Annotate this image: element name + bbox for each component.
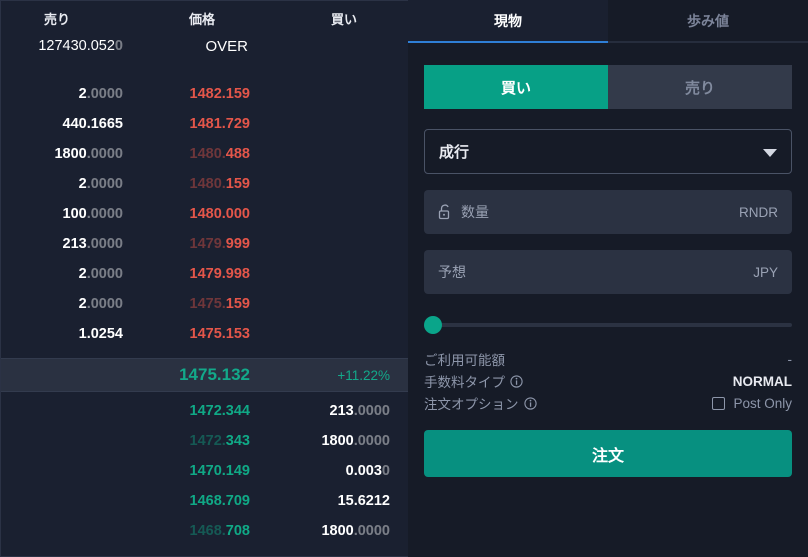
chevron-down-icon [763, 149, 777, 157]
ask-price: 1480.159 [189, 176, 251, 192]
order-book-bid-row[interactable]: 1468.708 1800.0000 [1, 518, 408, 548]
bid-price: 1470.149 [189, 463, 250, 479]
trading-screen: 売り 価格 買い 127430.0520 OVER 2.0000 1482.159 44… [0, 0, 808, 557]
ask-quantity: 1.0254 [78, 326, 123, 342]
info-circle-icon[interactable] [523, 396, 537, 410]
order-entry-panel: 現物 歩み値 買い 売り 成行 数量 RNDR 予想 JPY ご利用可能額 - … [408, 0, 808, 557]
submit-order-button[interactable]: 注文 [424, 430, 792, 477]
available-balance-row: ご利用可能額 - [424, 348, 792, 370]
amount-slider[interactable] [424, 316, 792, 334]
bid-quantity: 1800.0000 [321, 433, 390, 449]
estimate-field[interactable]: 予想 JPY [424, 250, 792, 294]
price-change-percent: +11.22% [337, 368, 390, 383]
order-option-row: 注文オプション Post Only [424, 392, 792, 414]
last-price: 1475.132 [179, 365, 250, 384]
last-price-row: 1475.132 +11.22% [1, 358, 408, 392]
bid-price: 1472.343 [189, 433, 251, 449]
bid-price: 1472.344 [189, 403, 250, 419]
ask-price: 1480.000 [189, 206, 250, 222]
order-book-ask-row[interactable]: 1.0254 1475.153 [1, 321, 408, 351]
bid-quantity: 1800.0000 [321, 523, 390, 539]
ask-price: 1475.153 [189, 326, 250, 342]
ask-price: 1479.998 [189, 266, 250, 282]
quantity-unit: RNDR [739, 204, 778, 220]
order-book-panel: 売り 価格 買い 127430.0520 OVER 2.0000 1482.159 44… [0, 0, 408, 557]
available-balance-value: - [787, 351, 793, 367]
bid-price: 1468.708 [189, 523, 251, 539]
buy-tab-button[interactable]: 買い [424, 65, 608, 109]
quantity-placeholder: 数量 [461, 204, 489, 220]
order-option-label-text: 注文オプション [424, 397, 519, 412]
bid-quantity: 213.0000 [329, 403, 391, 419]
panel-body: 買い 売り 成行 数量 RNDR 予想 JPY ご利用可能額 - 手数料タイプ … [408, 65, 808, 477]
fee-type-label-text: 手数料タイプ [424, 375, 505, 390]
order-book-ask-row[interactable]: 440.1665 1481.729 [1, 111, 408, 141]
order-book-over-row[interactable]: 127430.0520 OVER [1, 33, 408, 63]
fee-type-row: 手数料タイプ NORMAL [424, 370, 792, 392]
column-header-price: 価格 [189, 12, 216, 27]
order-book-ask-row[interactable]: 2.0000 1480.159 [1, 171, 408, 201]
order-book-bid-row[interactable]: 1468.709 15.6212 [1, 488, 408, 518]
order-book-bid-row[interactable]: 1470.149 0.0030 [1, 458, 408, 488]
order-book-bid-row[interactable]: 1472.343 1800.0000 [1, 428, 408, 458]
checkbox-box [712, 396, 726, 410]
column-header-buy: 買い [331, 12, 358, 27]
estimate-placeholder: 予想 [438, 264, 466, 280]
side-toggle: 買い 売り [424, 65, 792, 109]
info-circle-icon[interactable] [510, 374, 523, 388]
ask-quantity: 100.0000 [62, 206, 124, 222]
ask-quantity: 213.0000 [62, 236, 124, 252]
over-label: OVER [205, 38, 248, 55]
order-book-ask-row[interactable]: 2.0000 1482.159 [1, 81, 408, 111]
fee-type-label: 手数料タイプ [424, 371, 523, 391]
estimate-unit: JPY [753, 264, 778, 280]
bid-quantity: 0.0030 [345, 463, 390, 479]
tab-label: 歩み値 [687, 12, 729, 29]
bid-price: 1468.709 [189, 493, 250, 509]
over-quantity: 127430.0520 [38, 38, 123, 54]
order-book-ask-row[interactable]: 100.0000 1480.000 [1, 201, 408, 231]
ask-quantity: 2.0000 [78, 176, 123, 192]
ask-quantity: 2.0000 [78, 296, 123, 312]
order-book-ask-row[interactable]: 1800.0000 1480.488 [1, 141, 408, 171]
bid-quantity: 15.6212 [337, 493, 390, 509]
post-only-label: Post Only [733, 395, 792, 411]
order-book-header: 売り 価格 買い [1, 1, 408, 33]
order-type-select[interactable]: 成行 [424, 129, 792, 174]
slider-track [432, 323, 792, 327]
order-option-label: 注文オプション [424, 393, 537, 413]
order-info-list: ご利用可能額 - 手数料タイプ NORMAL 注文オプション Post Only [424, 348, 792, 414]
ask-quantity: 440.1665 [62, 116, 123, 132]
post-only-checkbox[interactable]: Post Only [712, 396, 792, 411]
tab-1[interactable]: 歩み値 [608, 0, 808, 43]
tab-label: 現物 [494, 12, 522, 29]
ask-price: 1479.999 [189, 236, 251, 252]
order-type-value: 成行 [439, 144, 470, 161]
order-book-ask-row[interactable]: 2.0000 1475.159 [1, 291, 408, 321]
unlock-icon [438, 204, 452, 220]
order-book-ask-row[interactable]: 2.0000 1479.998 [1, 261, 408, 291]
ask-quantity: 2.0000 [78, 86, 123, 102]
column-header-sell: 売り [44, 12, 71, 27]
ask-price: 1482.159 [189, 86, 250, 102]
order-book-ask-row[interactable]: 213.0000 1479.999 [1, 231, 408, 261]
ask-quantity: 2.0000 [78, 266, 123, 282]
sell-tab-button[interactable]: 売り [608, 65, 792, 109]
tab-0[interactable]: 現物 [408, 0, 608, 43]
ask-price: 1481.729 [189, 116, 250, 132]
fee-type-value: NORMAL [732, 373, 792, 389]
ask-quantity: 1800.0000 [54, 146, 123, 162]
order-book-bid-row[interactable]: 1472.344 213.0000 [1, 398, 408, 428]
available-balance-label: ご利用可能額 [424, 353, 505, 368]
quantity-field[interactable]: 数量 RNDR [424, 190, 792, 234]
ask-price: 1475.159 [189, 296, 251, 312]
order-book-rows: 127430.0520 OVER 2.0000 1482.159 440.1665 148… [1, 33, 408, 556]
slider-knob[interactable] [424, 316, 442, 334]
panel-tabs: 現物 歩み値 [408, 0, 808, 43]
ask-price: 1480.488 [189, 146, 251, 162]
